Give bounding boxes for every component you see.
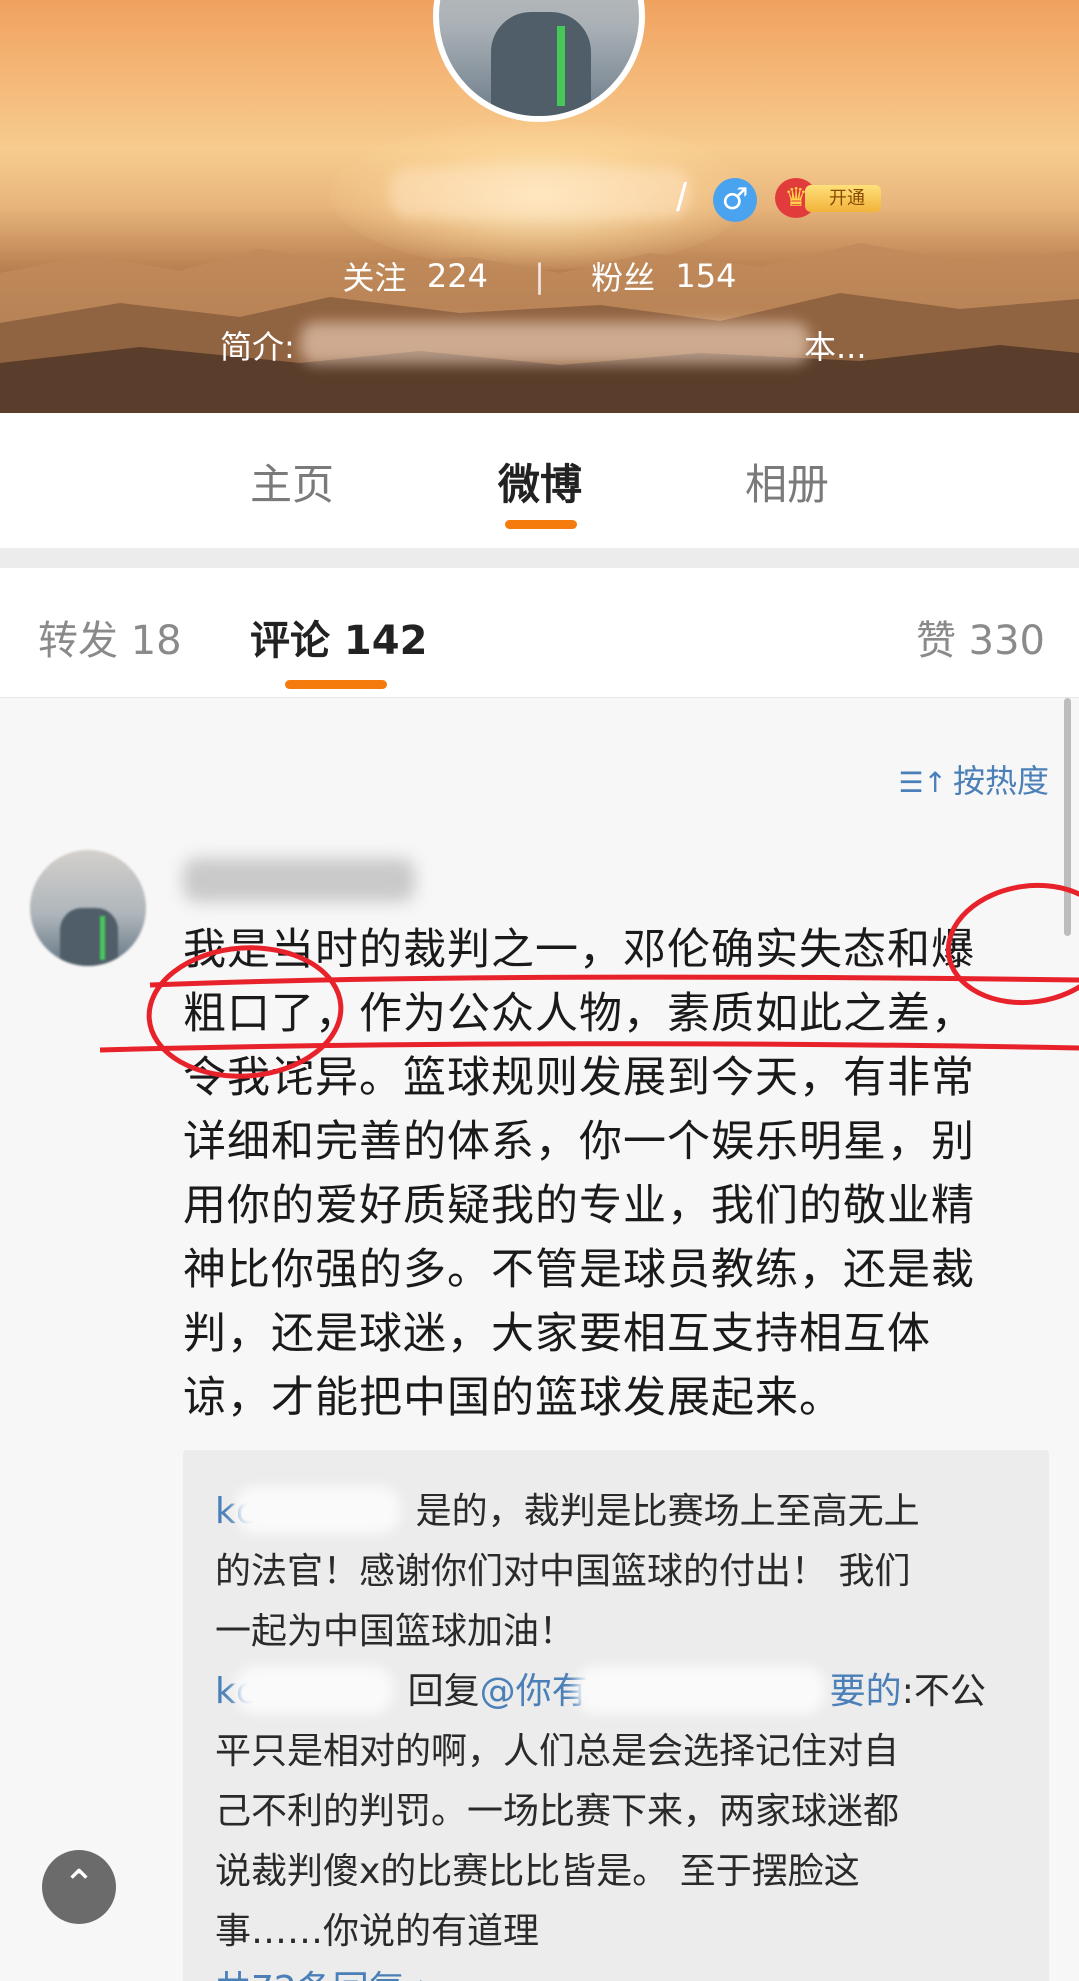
profile-header: / ♂ ♛ 开通 关注 224 | 粉丝 154 简介: 本...	[0, 0, 1079, 413]
tab-likes[interactable]: 赞 330	[916, 608, 1045, 666]
comment-line: 用你的爱好质疑我的专业，我们的敬业精	[183, 1181, 975, 1231]
username-visible-part: /	[676, 176, 688, 220]
mention-blur-pill	[575, 1666, 825, 1714]
profile-tabs: 主页 微博 相册	[0, 413, 1079, 548]
profile-avatar[interactable]	[433, 0, 645, 122]
comment-text: 我是当时的裁判之一，邓伦确实失态和爆 粗口了，作为公众人物，素质如此之差， 令我…	[183, 918, 1043, 1430]
comment-line: 详细和完善的体系，你一个娱乐明星，别	[183, 1117, 975, 1167]
section-divider	[0, 548, 1079, 568]
tab-album[interactable]: 相册	[745, 451, 829, 512]
reply-author-blur-pill	[235, 1486, 400, 1534]
username-blurred	[390, 168, 690, 218]
active-comment-tab-indicator	[285, 680, 387, 689]
scrollbar[interactable]	[1064, 698, 1071, 936]
commenter-avatar[interactable]	[30, 850, 146, 966]
comment-list: ☰↑ 按热度 我是当时的裁判之一，邓伦确实失态和爆 粗口了，作为公众人物，素质如此…	[0, 698, 1079, 1981]
comment-line: 令我诧异。篮球规则发展到今天，有非常	[183, 1053, 975, 1103]
comment-line: 我是当时的裁判之一，邓伦确实失态和爆	[183, 925, 975, 975]
chevron-up-icon: ⌃	[62, 1862, 96, 1908]
male-gender-icon: ♂	[713, 178, 757, 222]
back-to-top-button[interactable]: ⌃	[42, 1850, 116, 1924]
view-more-replies-link[interactable]: 共72条回复 >	[215, 1960, 446, 1981]
bio-label: 简介:	[220, 328, 295, 366]
comment-line: 粗口了，作为公众人物，素质如此之差，	[183, 989, 975, 1039]
vip-open-label: 开通	[805, 185, 881, 212]
active-tab-indicator	[505, 520, 577, 529]
comment-line: 神比你强的多。不管是球员教练，还是裁	[183, 1245, 975, 1295]
vip-open-badge[interactable]: ♛ 开通	[775, 178, 881, 218]
bio-text-blurred	[300, 322, 810, 364]
commenter-name-blurred[interactable]	[183, 858, 415, 902]
tab-reposts[interactable]: 转发 18	[38, 608, 182, 666]
reply-box[interactable]: kc是的，裁判是比赛场上至高无上 的法官！感谢你们对中国篮球的付出！ 我们 一起…	[183, 1450, 1049, 1981]
tab-home[interactable]: 主页	[250, 451, 334, 512]
following-link[interactable]: 关注 224	[343, 253, 488, 299]
reply-author-blur-pill	[235, 1666, 393, 1714]
bio-text-end: 本...	[804, 328, 867, 366]
tab-weibo[interactable]: 微博	[498, 451, 582, 512]
tab-comments[interactable]: 评论 142	[250, 608, 427, 666]
comment-line: 谅，才能把中国的篮球发展起来。	[183, 1373, 843, 1423]
stats-separator: |	[534, 257, 545, 295]
fans-link[interactable]: 粉丝 154	[591, 253, 736, 299]
sort-hot-icon: ☰↑	[898, 766, 947, 799]
follow-stats: 关注 224 | 粉丝 154	[0, 253, 1079, 299]
mountain-background	[0, 243, 1079, 413]
post-interaction-tabs: 转发 18 评论 142 赞 330	[0, 568, 1079, 698]
comment-line: 判，还是球迷，大家要相互支持相互体	[183, 1309, 931, 1359]
sort-label: 按热度	[952, 762, 1049, 800]
weibo-profile-screen: / ♂ ♛ 开通 关注 224 | 粉丝 154 简介: 本... 主页 微博 …	[0, 0, 1079, 1981]
sort-by-hot-button[interactable]: ☰↑ 按热度	[898, 756, 1049, 802]
